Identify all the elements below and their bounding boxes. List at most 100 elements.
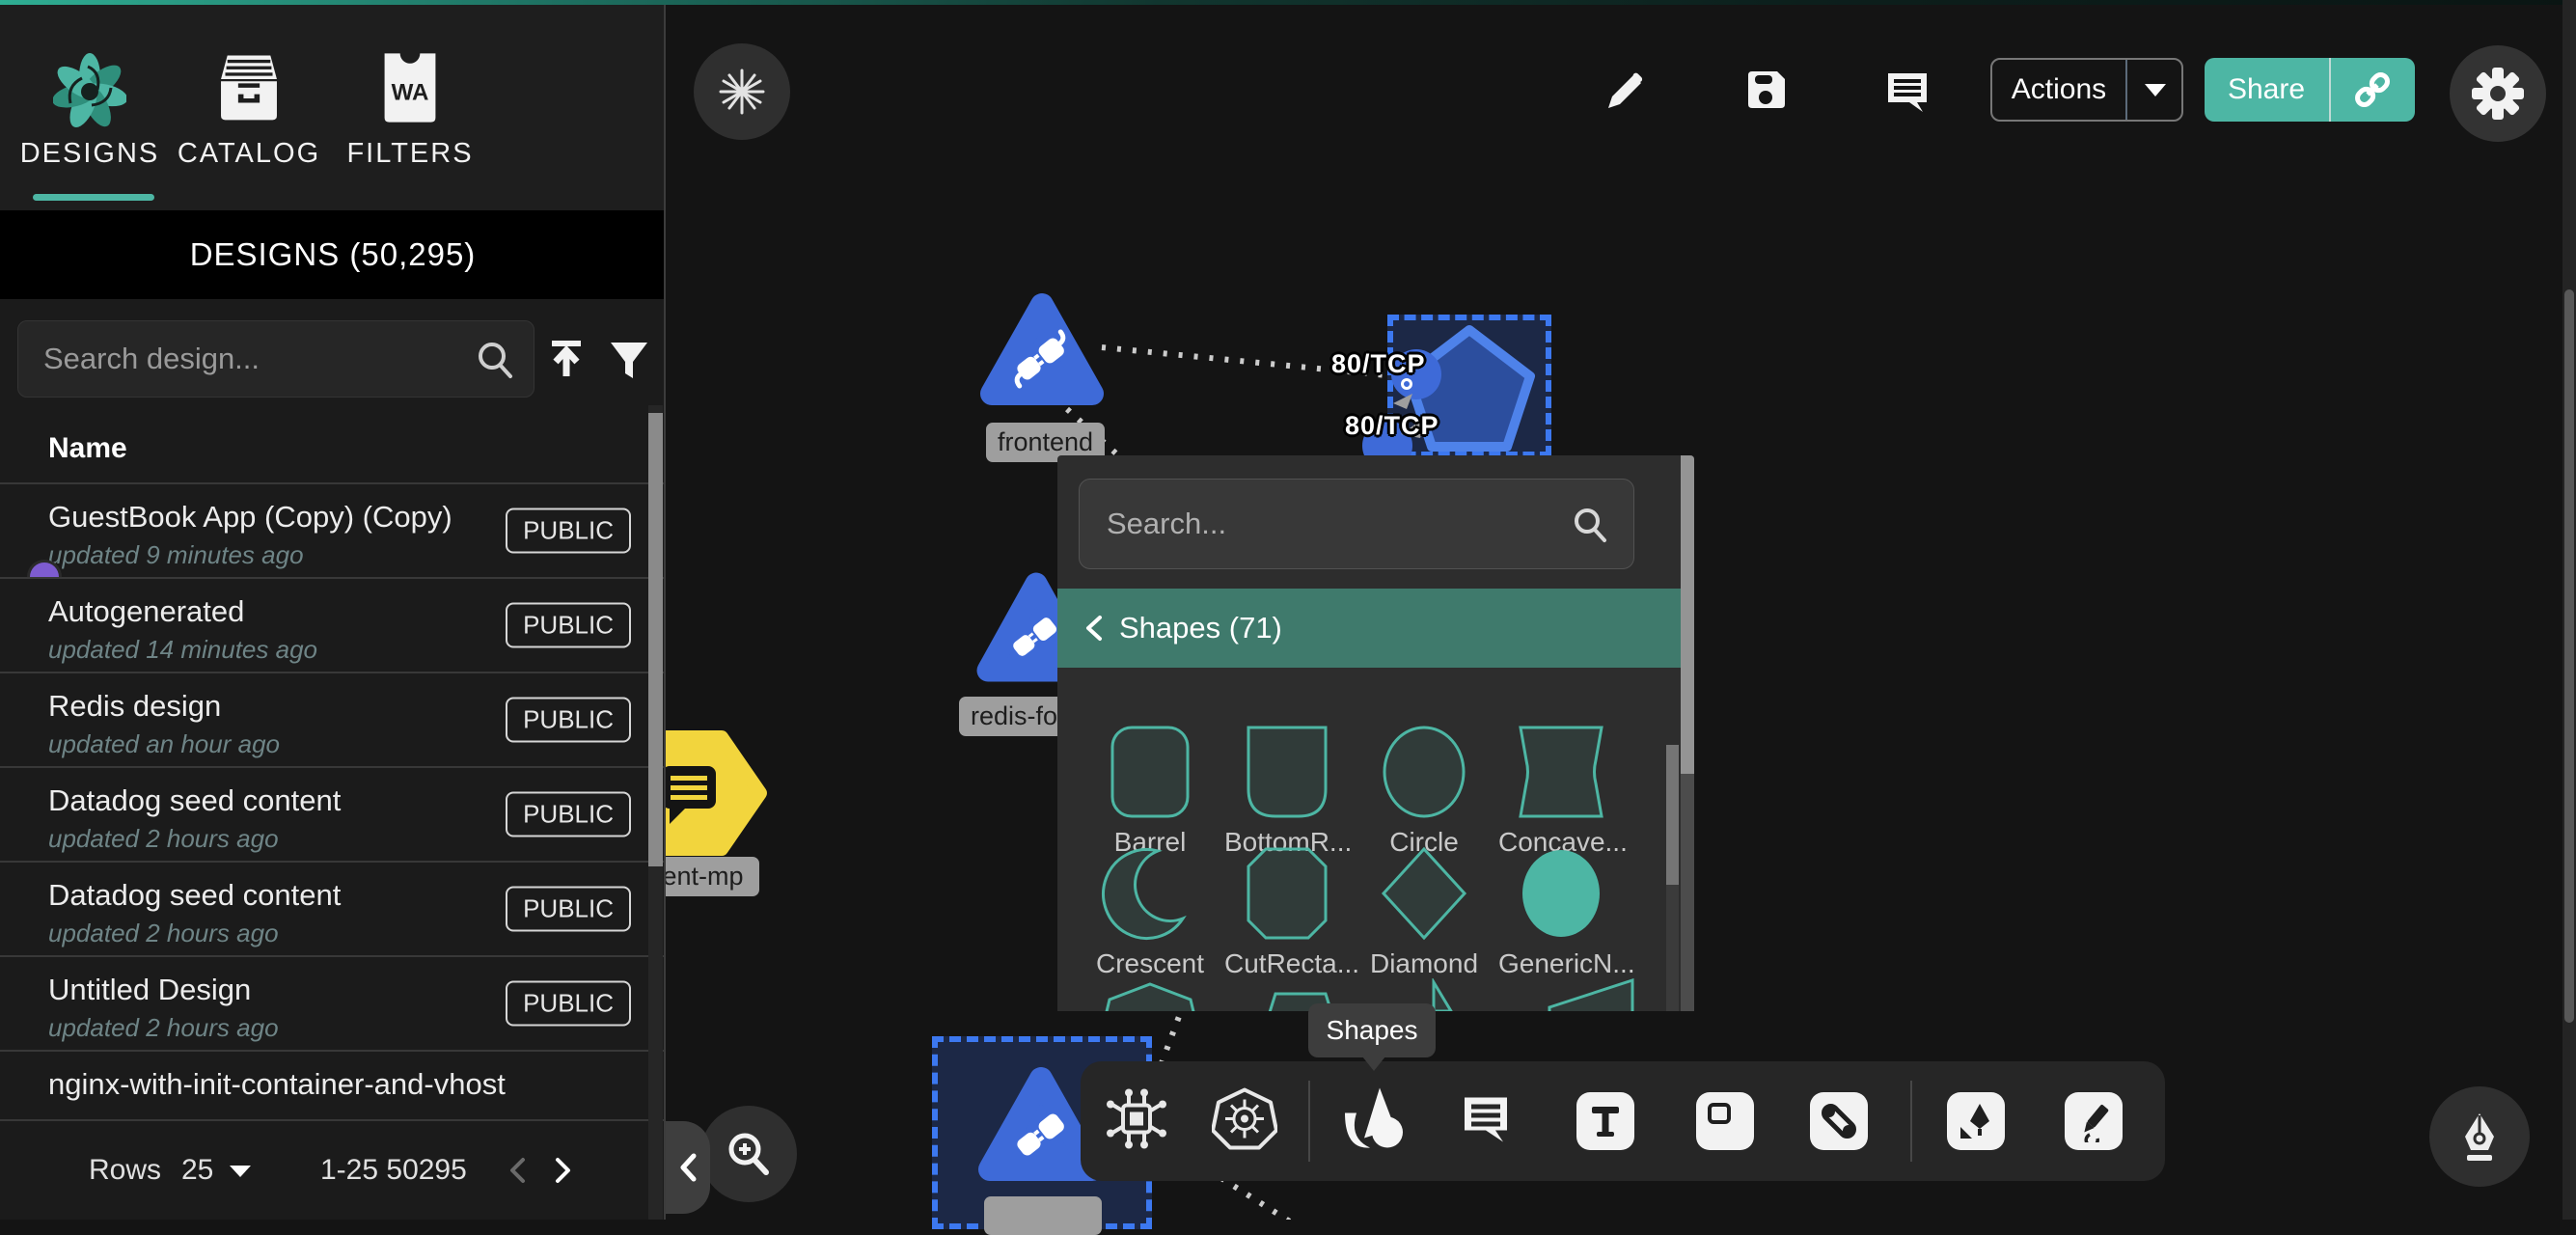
filter-designs-button[interactable] (606, 338, 652, 382)
shape-tile-concave[interactable]: Concave... (1498, 724, 1624, 858)
sidebar-scrollbar[interactable] (648, 405, 663, 1220)
zoom-in-button[interactable] (700, 1106, 797, 1202)
window-scrollbar[interactable] (2562, 0, 2576, 1220)
rows-per-page-select[interactable]: 25 (181, 1154, 251, 1187)
sidebar-tabs: DESIGNS CATALOG WA (0, 5, 666, 210)
settings-button[interactable] (2450, 45, 2546, 142)
design-row[interactable]: Autogenerated updated 14 minutes ago PUB… (0, 577, 666, 672)
shapes-search-box[interactable] (1079, 479, 1634, 569)
node-frontend[interactable] (978, 289, 1106, 411)
design-row[interactable]: GuestBook App (Copy) (Copy) updated 9 mi… (0, 482, 666, 577)
freehand-pencil-icon (2065, 1092, 2123, 1150)
text-tool-button[interactable] (1576, 1092, 1634, 1150)
meshery-extension-button[interactable] (694, 43, 790, 140)
barrel-shape-icon (1087, 724, 1213, 820)
chevron-left-icon (675, 1151, 700, 1184)
visibility-badge: PUBLIC (506, 981, 631, 1027)
note-tool-icon (1696, 1092, 1754, 1150)
tab-filters[interactable]: WA FILTERS (328, 24, 492, 198)
node-label-redis[interactable]: redis-fo (959, 697, 1069, 736)
link-tool-button[interactable] (1810, 1092, 1868, 1150)
note-tool-button[interactable] (1696, 1092, 1754, 1150)
genericnode-shape-icon (1498, 845, 1624, 942)
caret-down-icon (2145, 84, 2166, 96)
shape-tile-crescent[interactable]: Crescent (1087, 845, 1213, 979)
circle-shape-icon (1361, 724, 1487, 820)
shapes-category-header[interactable]: Shapes (71) (1057, 589, 1681, 668)
kubernetes-icon (1212, 1086, 1277, 1152)
canvas-dock-toolbar (1081, 1061, 2165, 1181)
designs-search-box[interactable] (17, 320, 534, 398)
shape-tile-cutrectangle[interactable]: CutRecta... (1224, 845, 1350, 979)
copy-link-button[interactable] (2331, 58, 2414, 122)
comment-icon[interactable] (1882, 66, 1932, 116)
concave-shape-icon (1498, 724, 1624, 820)
grid-scrollbar[interactable] (1666, 745, 1679, 1011)
port-dot (1401, 378, 1412, 390)
design-row[interactable]: Datadog seed content updated 2 hours ago… (0, 861, 666, 955)
filters-wasm-icon: WA (380, 51, 440, 124)
visibility-badge: PUBLIC (506, 887, 631, 932)
designs-search-input[interactable] (18, 321, 534, 397)
pen-mode-button[interactable] (2429, 1086, 2530, 1187)
design-row[interactable]: Untitled Design updated 2 hours ago PUBL… (0, 955, 666, 1050)
designs-list: GuestBook App (Copy) (Copy) updated 9 mi… (0, 482, 666, 1119)
gear-icon (2471, 67, 2525, 121)
import-design-button[interactable] (544, 338, 589, 382)
designs-search-row (0, 299, 666, 425)
zoom-in-icon (724, 1129, 774, 1179)
shape-tile-diamond[interactable]: Diamond (1361, 845, 1487, 979)
shape-tile-genericnode[interactable]: GenericN... (1498, 845, 1624, 979)
panel-scrollbar[interactable] (1681, 455, 1694, 1011)
shapes-search-input[interactable] (1080, 480, 1633, 568)
sidebar-scrollbar-thumb[interactable] (648, 413, 663, 866)
caret-down-icon (230, 1166, 251, 1177)
component-chip-icon (1105, 1087, 1168, 1151)
search-icon (474, 339, 516, 381)
components-button[interactable] (1105, 1087, 1168, 1156)
tab-designs[interactable]: DESIGNS (8, 24, 172, 198)
edge-label-80tcp-2: 80/TCP (1345, 411, 1439, 441)
shape-tile-barrel[interactable]: Barrel (1087, 724, 1213, 858)
share-button[interactable]: Share (2205, 58, 2415, 122)
actions-button[interactable]: Actions (1990, 58, 2183, 122)
pen-tool-icon (1947, 1092, 2005, 1150)
tab-filters-label: FILTERS (328, 138, 492, 170)
next-page-button[interactable] (548, 1154, 577, 1187)
actions-dropdown-button[interactable] (2127, 60, 2183, 120)
save-icon[interactable] (1742, 66, 1791, 114)
link-tool-icon (1810, 1092, 1868, 1150)
shape-tile-circle[interactable]: Circle (1361, 724, 1487, 858)
pen-tool-button[interactable] (1947, 1092, 2005, 1150)
pagination-range: 1-25 50295 (320, 1154, 467, 1187)
shapes-tool-button[interactable] (1337, 1083, 1411, 1161)
shape-tile-bottomround[interactable]: BottomR... (1224, 724, 1350, 858)
design-row[interactable]: nginx-with-init-container-and-vhost PUBL… (0, 1050, 666, 1119)
grid-scrollbar-thumb[interactable] (1666, 745, 1679, 885)
chevron-left-icon (1081, 614, 1110, 643)
designs-sidebar: DESIGNS CATALOG WA (0, 0, 666, 1220)
rows-label: Rows (89, 1154, 161, 1187)
design-row[interactable]: Redis design updated an hour ago PUBLIC (0, 672, 666, 766)
window-scrollbar-thumb[interactable] (2564, 289, 2574, 1023)
actions-label[interactable]: Actions (1992, 60, 2125, 120)
text-tool-icon (1576, 1092, 1634, 1150)
node-label-bottom[interactable] (984, 1196, 1102, 1235)
comment-tool-button[interactable] (1455, 1088, 1517, 1155)
visibility-badge: PUBLIC (506, 792, 631, 837)
design-row[interactable]: Datadog seed content updated 2 hours ago… (0, 766, 666, 861)
tab-catalog[interactable]: CATALOG (167, 24, 331, 198)
link-icon (2351, 69, 2394, 111)
kubernetes-button[interactable] (1212, 1086, 1277, 1157)
asterisk-icon (717, 67, 767, 117)
meshery-design-app: frontend 80/TCP 80/TCP redis-fo ment-mp (0, 0, 2576, 1220)
freehand-tool-button[interactable] (2065, 1092, 2123, 1150)
shapes-category-label: Shapes (71) (1119, 611, 1282, 645)
share-label[interactable]: Share (2205, 58, 2328, 122)
panel-scrollbar-thumb[interactable] (1681, 455, 1694, 774)
prev-page-button[interactable] (504, 1154, 533, 1187)
toolbar-divider (1308, 1081, 1310, 1162)
edit-pencil-icon[interactable] (1601, 68, 1649, 116)
bottomround-shape-icon (1224, 724, 1350, 820)
sidebar-collapse-button[interactable] (666, 1121, 710, 1214)
